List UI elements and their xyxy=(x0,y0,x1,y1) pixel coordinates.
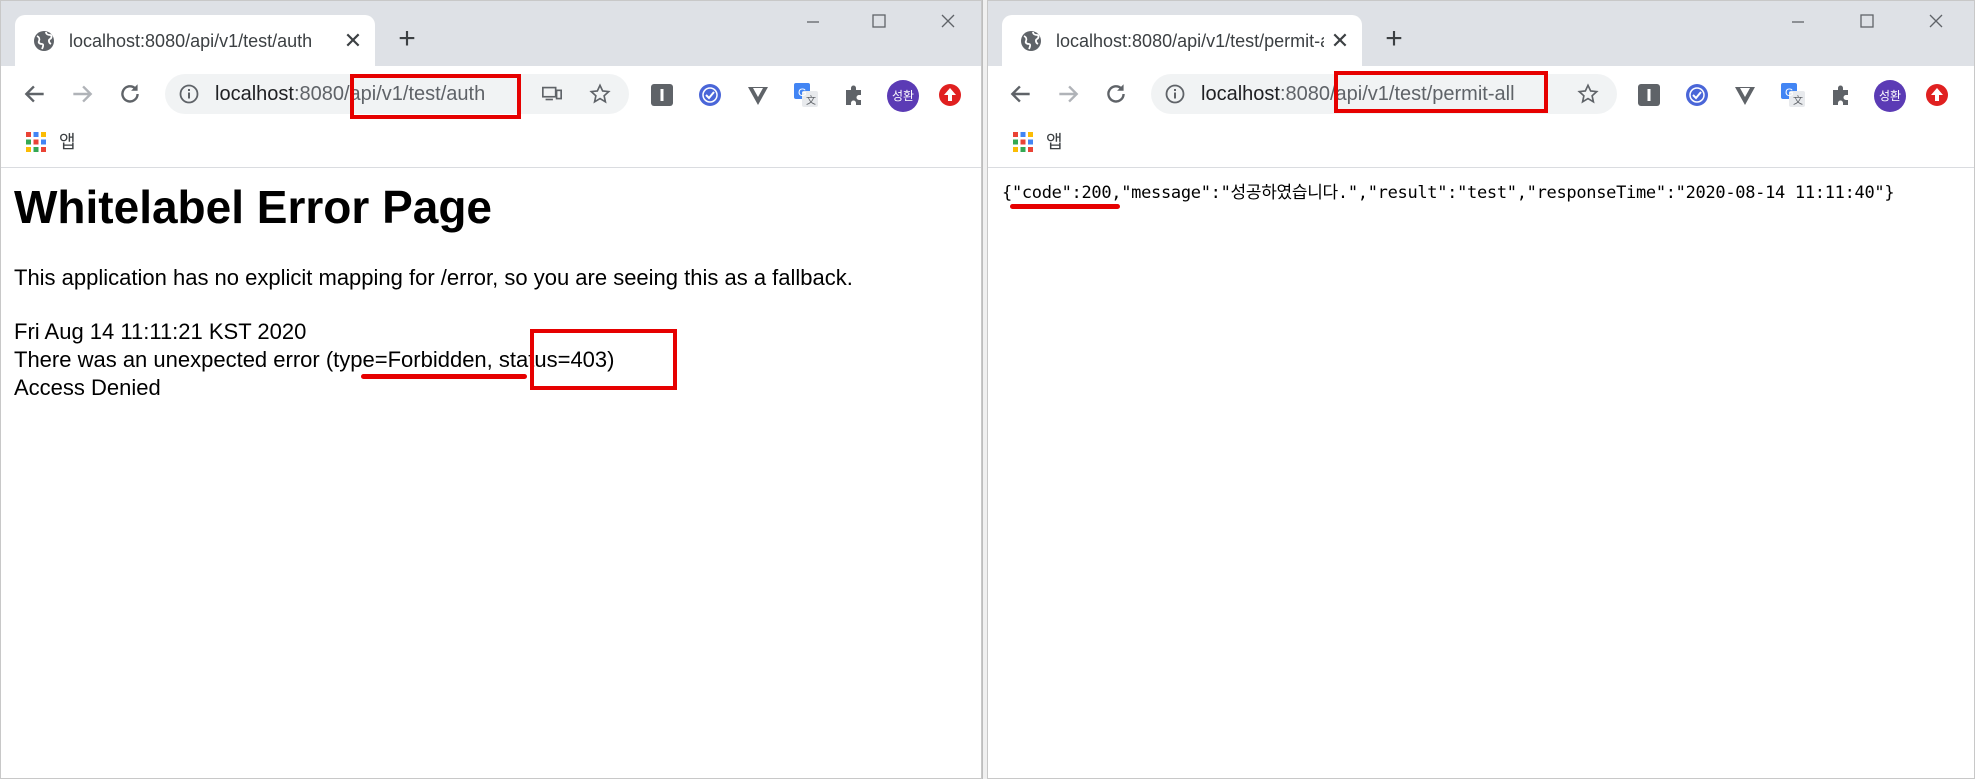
bookmarks-bar: 앱 xyxy=(988,121,1974,168)
info-icon[interactable] xyxy=(1165,84,1185,104)
plus-icon[interactable]: + xyxy=(393,24,421,54)
error-description: This application has no explicit mapping… xyxy=(14,265,853,290)
page-title: Whitelabel Error Page xyxy=(14,181,493,233)
error-type: type=Forbidden xyxy=(333,347,487,372)
extension-icon[interactable] xyxy=(649,82,675,108)
avatar[interactable]: 성환 xyxy=(887,80,919,112)
window-close-icon[interactable] xyxy=(1919,13,1953,37)
puzzle-icon[interactable] xyxy=(841,82,867,108)
tab-title: localhost:8080/api/v1/test/auth xyxy=(69,31,313,51)
json-response: {"code":200,"message":"성공하였습니다.","result… xyxy=(1002,183,1895,203)
avatar[interactable]: 성환 xyxy=(1874,80,1906,112)
error-timestamp: Fri Aug 14 11:11:21 KST 2020 xyxy=(14,319,307,344)
extension-icon[interactable] xyxy=(1732,82,1758,108)
reload-icon[interactable] xyxy=(1103,81,1129,107)
maximize-icon[interactable] xyxy=(1850,13,1884,37)
page-content: {"code":200,"message":"성공하였습니다.","result… xyxy=(988,168,1974,778)
status-highlight xyxy=(530,329,677,390)
star-icon[interactable] xyxy=(1577,83,1599,105)
globe-icon xyxy=(34,31,54,51)
star-icon[interactable] xyxy=(589,83,611,105)
minimize-icon[interactable] xyxy=(1781,13,1815,37)
translate-icon[interactable]: G文 xyxy=(1780,82,1806,108)
bookmark-apps-label[interactable]: 앱 xyxy=(59,131,76,153)
close-icon[interactable]: ✕ xyxy=(1330,30,1350,52)
close-icon[interactable]: ✕ xyxy=(343,30,363,52)
tab-title: localhost:8080/api/v1/test/permit-all xyxy=(1056,31,1324,51)
tab-active[interactable]: localhost:8080/api/v1/test/permit-all ✕ xyxy=(1002,15,1362,66)
back-icon[interactable] xyxy=(1008,81,1034,107)
back-icon[interactable] xyxy=(22,81,48,107)
tab-strip: localhost:8080/api/v1/test/permit-all ✕ … xyxy=(988,1,1974,66)
window-close-icon[interactable] xyxy=(931,13,965,37)
bookmark-apps-label[interactable]: 앱 xyxy=(1046,131,1063,153)
reload-icon[interactable] xyxy=(117,81,143,107)
browser-window-right: localhost:8080/api/v1/test/permit-all ✕ … xyxy=(987,0,1975,779)
extension-icon[interactable] xyxy=(937,82,963,108)
error-message: Access Denied xyxy=(14,375,161,400)
info-icon[interactable] xyxy=(179,84,199,104)
tab-active[interactable]: localhost:8080/api/v1/test/auth ✕ xyxy=(15,15,375,66)
url-path-highlight xyxy=(350,74,521,119)
code-underline xyxy=(1010,204,1120,209)
tab-strip: localhost:8080/api/v1/test/auth ✕ + xyxy=(1,1,981,66)
extension-icon[interactable] xyxy=(697,82,723,108)
error-detail: There was an unexpected error (type=Forb… xyxy=(14,347,615,372)
puzzle-icon[interactable] xyxy=(1828,82,1854,108)
url-path-highlight xyxy=(1334,71,1548,113)
extension-icon[interactable] xyxy=(1684,82,1710,108)
minimize-icon[interactable] xyxy=(796,13,830,37)
apps-grid-icon[interactable] xyxy=(1013,132,1033,152)
bookmarks-bar: 앱 xyxy=(1,121,981,168)
cast-icon[interactable] xyxy=(541,83,563,105)
page-content: Whitelabel Error Page This application h… xyxy=(1,168,981,778)
svg-text:文: 文 xyxy=(806,94,816,107)
forward-icon[interactable] xyxy=(69,81,95,107)
type-underline xyxy=(361,374,527,379)
extension-icon[interactable] xyxy=(1924,82,1950,108)
svg-text:文: 文 xyxy=(1793,94,1803,107)
apps-grid-icon[interactable] xyxy=(26,132,46,152)
extension-icon[interactable] xyxy=(745,82,771,108)
browser-window-left: localhost:8080/api/v1/test/auth ✕ + loca… xyxy=(0,0,982,779)
json-code: "code":200, xyxy=(1011,183,1122,203)
forward-icon[interactable] xyxy=(1055,81,1081,107)
plus-icon[interactable]: + xyxy=(1380,24,1408,54)
translate-icon[interactable]: G文 xyxy=(793,82,819,108)
extension-icon[interactable] xyxy=(1636,82,1662,108)
maximize-icon[interactable] xyxy=(862,13,896,37)
globe-icon xyxy=(1021,31,1041,51)
